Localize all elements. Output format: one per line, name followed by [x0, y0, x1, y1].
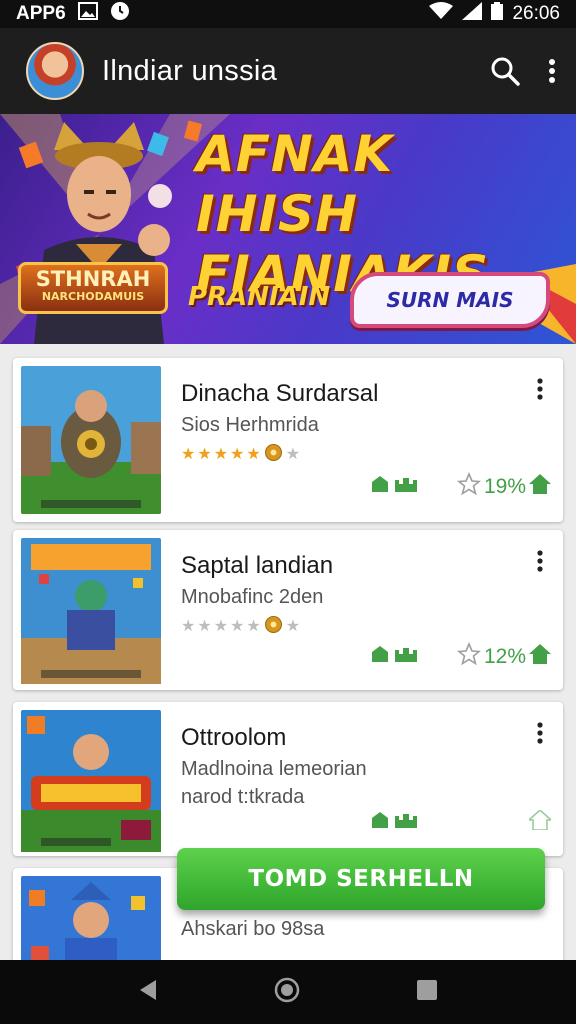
- house-icon: [529, 644, 551, 670]
- star-outline-icon[interactable]: [456, 641, 482, 672]
- castle-icon: [371, 646, 389, 667]
- primary-action-button[interactable]: TOMD SERHELLN: [177, 848, 545, 910]
- status-app-label: APP6: [16, 3, 66, 24]
- more-vert-icon[interactable]: [548, 58, 556, 84]
- wifi-icon: [429, 2, 454, 26]
- star-rating: ★ ★ ★ ★ ★ ★: [181, 444, 301, 463]
- genre-icons: [371, 812, 417, 833]
- game-title: Ottroolom: [181, 724, 287, 751]
- rating-percent: 19%: [483, 475, 526, 498]
- recents-icon[interactable]: [416, 979, 438, 1006]
- game-thumbnail: [21, 710, 161, 858]
- back-icon[interactable]: [138, 979, 158, 1006]
- avatar[interactable]: [26, 42, 84, 100]
- rating: [526, 808, 554, 836]
- game-subtitle: Mnobafinc 2den: [181, 586, 324, 608]
- signal-icon: [462, 2, 483, 26]
- coin-icon: [264, 616, 282, 633]
- more-vert-icon[interactable]: [537, 550, 543, 577]
- game-subtitle: Madlnoina lemeorian: [181, 758, 367, 780]
- game-title: Saptal landian: [181, 552, 334, 579]
- status-time: 26:06: [512, 3, 560, 24]
- rating-percent: 12%: [483, 645, 526, 668]
- house-icon: [526, 808, 554, 836]
- game-subtitle-line2: narod t:tkrada: [181, 786, 305, 808]
- castle-icon: [371, 476, 389, 497]
- house-icon: [529, 474, 551, 500]
- banner-subtitle: PRANIAIN: [188, 282, 331, 312]
- rating: 19%: [456, 471, 551, 502]
- search-icon[interactable]: [490, 56, 520, 86]
- genre-icons: [371, 646, 417, 667]
- game-subtitle: Ahskari bo 98sa: [181, 918, 325, 940]
- castle-icon: [395, 476, 417, 497]
- more-vert-icon[interactable]: [537, 722, 543, 749]
- game-card[interactable]: Ottroolom Madlnoina lemeorian narod t:tk…: [13, 702, 563, 856]
- clock-icon: [110, 1, 130, 27]
- home-icon[interactable]: [274, 977, 300, 1008]
- game-card[interactable]: Saptal landian Mnobafinc 2den ★ ★ ★ ★ ★ ★ 12…: [13, 530, 563, 690]
- status-bar: APP6 26:06: [0, 0, 576, 28]
- app-bar: Ilndiar unssia: [0, 28, 576, 114]
- game-thumbnail: [21, 876, 161, 960]
- game-subtitle: Sios Herhmrida: [181, 414, 319, 436]
- promo-banner[interactable]: STHNRAH NARCHODAMUIS AFNAK IHISH FIANIAK…: [0, 114, 576, 344]
- image-icon: [77, 2, 98, 26]
- rating: 12%: [456, 641, 551, 672]
- castle-icon: [371, 812, 389, 833]
- more-vert-icon[interactable]: [537, 378, 543, 405]
- battery-icon: [491, 2, 504, 26]
- game-title: Dinacha Surdarsal: [181, 380, 379, 407]
- star-outline-icon[interactable]: [456, 471, 482, 502]
- banner-cta-button[interactable]: SURN MAIS: [350, 272, 550, 328]
- genre-icons: [371, 476, 417, 497]
- game-card[interactable]: Dinacha Surdarsal Sios Herhmrida ★ ★ ★ ★ ★ ★…: [13, 358, 563, 522]
- app-title: Ilndiar unssia: [102, 54, 278, 87]
- castle-icon: [395, 812, 417, 833]
- castle-icon: [395, 646, 417, 667]
- game-thumbnail: [21, 538, 161, 686]
- game-thumbnail: [21, 366, 161, 514]
- coin-icon: [264, 444, 282, 461]
- star-rating: ★ ★ ★ ★ ★ ★: [181, 616, 301, 635]
- system-nav-bar: [0, 960, 576, 1024]
- banner-badge: STHNRAH NARCHODAMUIS: [18, 262, 168, 314]
